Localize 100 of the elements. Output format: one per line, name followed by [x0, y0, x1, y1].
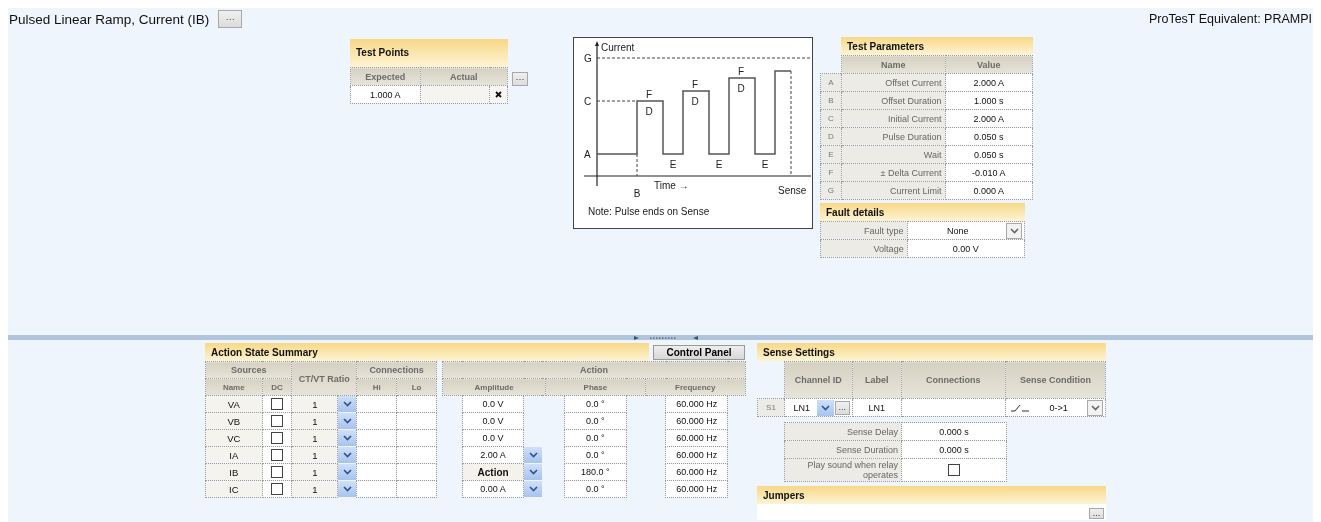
control-panel-button[interactable]: Control Panel — [653, 344, 745, 360]
table-cell: 0.00 A — [462, 480, 524, 498]
chevron-down-icon — [342, 435, 352, 441]
dropdown-button[interactable] — [524, 464, 542, 480]
grip-icon — [633, 335, 698, 340]
diagram-label: E — [669, 159, 677, 170]
dropdown-button[interactable] — [524, 481, 542, 497]
chevron-down-icon — [342, 469, 352, 475]
diagram-label: Current — [601, 42, 635, 53]
table-cell: 0.00 V — [907, 239, 1025, 258]
diagram-label: F — [737, 66, 745, 77]
equivalent-label: ProTesT Equivalent: PRAMPI — [1148, 12, 1312, 26]
diagram-label: Time → — [654, 180, 689, 191]
table-cell: Action — [462, 463, 524, 481]
table-cell: 0.000 s — [901, 440, 1007, 459]
section-header: Sense Settings — [757, 343, 1106, 361]
checkbox[interactable] — [271, 398, 283, 410]
column-header: Sense Condition — [1005, 361, 1106, 399]
row-label: G — [820, 181, 842, 200]
chevron-down-icon — [1090, 404, 1100, 411]
chevron-down-icon — [528, 486, 538, 492]
row-label: B — [820, 91, 842, 110]
checkbox[interactable] — [948, 464, 960, 476]
field-label: Play sound when relay operates — [784, 458, 902, 482]
diagram-label: B — [633, 188, 641, 199]
column-header: Amplitude — [442, 378, 546, 396]
chevron-down-icon — [342, 452, 352, 458]
dropdown-button[interactable] — [338, 464, 357, 480]
table-cell: 2.00 A — [462, 446, 524, 464]
column-header: Expected — [350, 67, 421, 86]
checkbox[interactable] — [271, 415, 283, 427]
source-name: VB — [205, 412, 263, 430]
column-header: Phase — [545, 378, 645, 396]
diagram-label: A — [584, 149, 591, 160]
channel-dropdown[interactable]: LN1 — [786, 399, 834, 416]
dropdown-button[interactable] — [338, 430, 357, 446]
table-cell: 0.000 A — [945, 181, 1033, 200]
section-header: Test Parameters — [841, 37, 1033, 55]
splitter-handle[interactable] — [633, 335, 698, 340]
checkbox[interactable] — [271, 449, 283, 461]
chevron-down-icon — [820, 404, 830, 411]
source-name: VA — [205, 395, 263, 413]
field-label: Sense Delay — [784, 422, 902, 441]
table-cell: 0.050 s — [945, 145, 1033, 164]
table-cell: 0.050 s — [945, 127, 1033, 146]
field-label: Sense Duration — [784, 440, 902, 459]
switch-contact-icon — [1010, 403, 1031, 412]
table-cell: 0.0 V — [462, 395, 524, 413]
dropdown-button[interactable] — [338, 396, 357, 413]
column-header: Name — [205, 378, 263, 396]
section-header: Action State Summary — [205, 343, 649, 361]
column-header: CT/VT Ratio — [291, 361, 357, 396]
chevron-down-icon — [528, 452, 538, 458]
column-header: Connections — [901, 361, 1006, 399]
source-name: VC — [205, 429, 263, 447]
table-cell: 0.0 V — [462, 412, 524, 430]
diagram-label: E — [715, 159, 723, 170]
source-name: IA — [205, 446, 263, 464]
row-label: C — [820, 109, 842, 128]
checkbox[interactable] — [271, 432, 283, 444]
dropdown-button[interactable] — [338, 481, 357, 497]
checkbox[interactable] — [271, 483, 283, 495]
column-header: Channel ID — [784, 361, 853, 399]
column-header: Action — [442, 361, 746, 379]
checkbox[interactable] — [271, 466, 283, 478]
diagram-label: D — [737, 83, 745, 94]
diagram-label: Sense — [778, 185, 807, 196]
more-button[interactable]: ... — [834, 400, 850, 415]
section-header: Test Points — [350, 39, 508, 67]
diagram-label: G — [584, 53, 592, 64]
diagram-label: F — [645, 89, 653, 100]
row-label: E — [820, 145, 842, 164]
source-name: IC — [205, 480, 263, 498]
chevron-down-icon — [528, 469, 538, 475]
column-header: Connections — [356, 361, 437, 379]
dropdown-button[interactable] — [338, 447, 357, 463]
dropdown-button[interactable] — [338, 413, 357, 429]
table-cell: -0.010 A — [945, 163, 1033, 182]
diagram-label: D — [645, 106, 653, 117]
diagram-note: Note: Pulse ends on Sense — [588, 206, 710, 217]
column-header: Label — [852, 361, 902, 399]
more-button[interactable]: ··· — [512, 72, 528, 86]
diagram-label: E — [761, 159, 769, 170]
chevron-down-icon — [342, 486, 352, 492]
table-cell: 2.000 A — [945, 109, 1033, 128]
column-header: Actual — [420, 67, 508, 86]
diagram-label: F — [691, 79, 699, 90]
row-label: A — [820, 73, 842, 92]
guide-line — [596, 100, 638, 102]
more-button[interactable]: ... — [1089, 508, 1104, 519]
dropdown-button[interactable] — [524, 447, 542, 463]
more-button[interactable]: ··· — [218, 10, 243, 28]
diagram-label: C — [584, 96, 592, 107]
field-label: Fault type — [820, 221, 908, 240]
section-header: Jumpers — [757, 486, 1106, 504]
guide-line — [636, 153, 638, 177]
delete-icon — [495, 91, 503, 98]
chevron-down-icon — [1009, 227, 1019, 234]
page-title: Pulsed Linear Ramp, Current (IB) — [9, 11, 210, 27]
diagram-label: D — [691, 96, 699, 107]
